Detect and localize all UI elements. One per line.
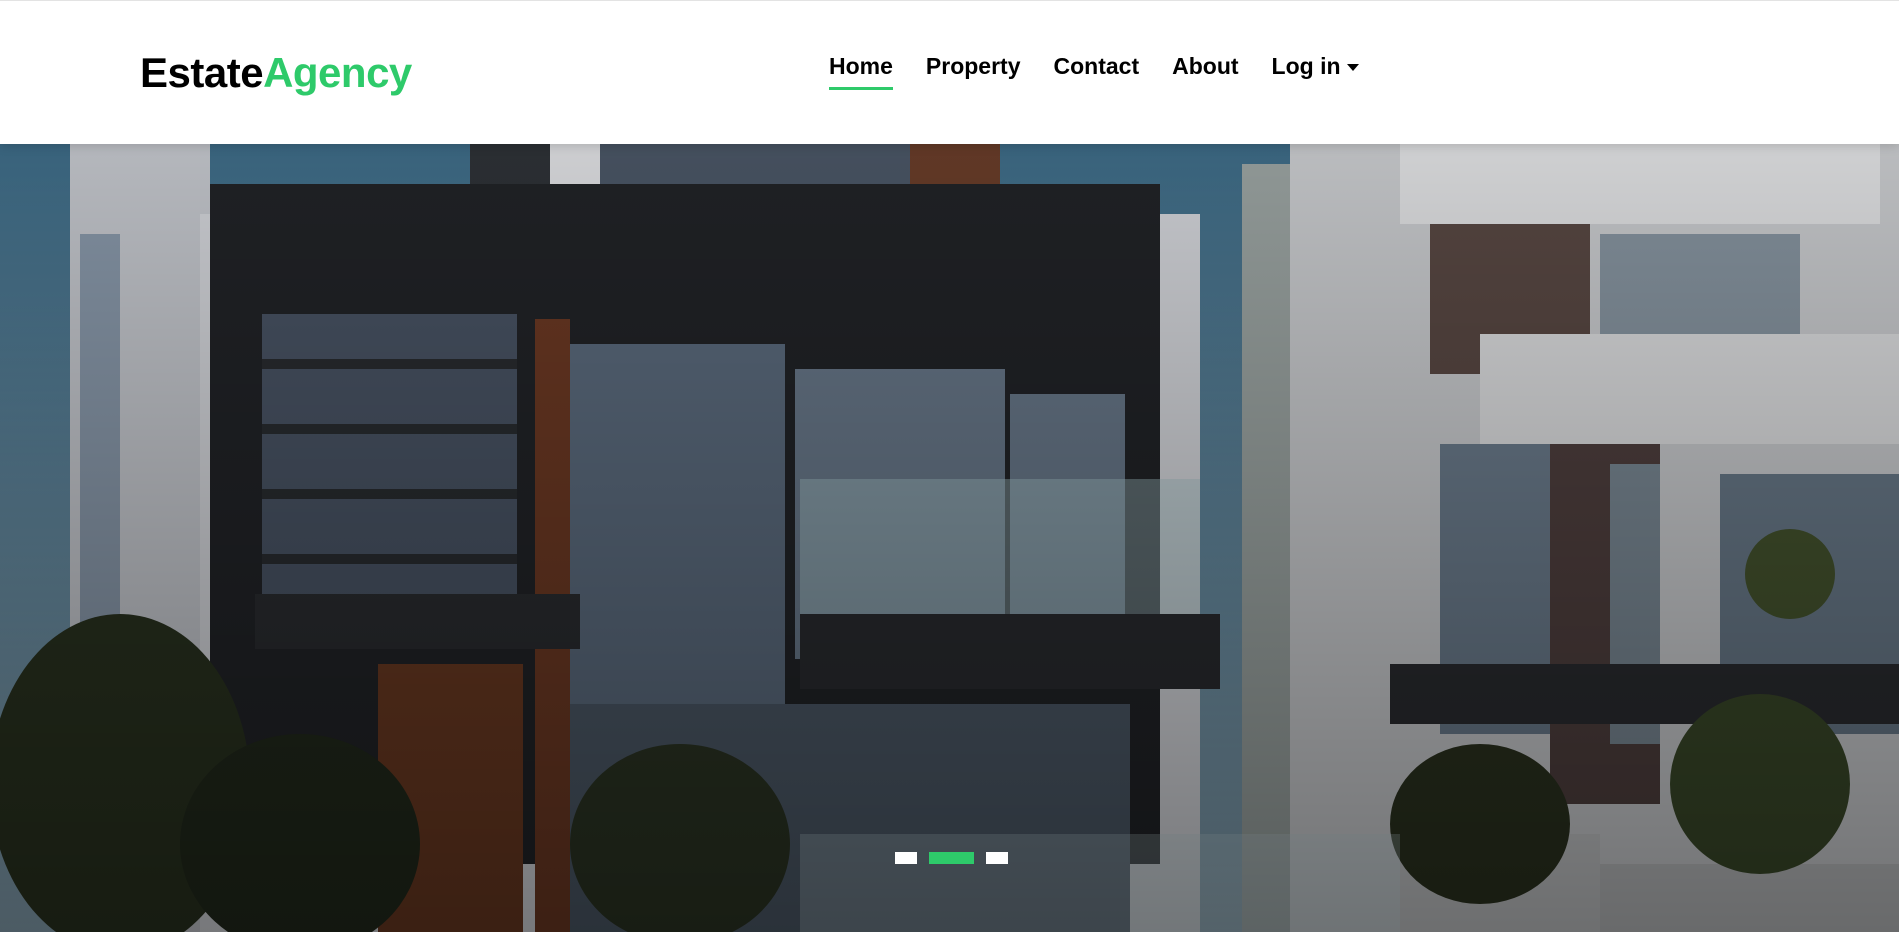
- chevron-down-icon: [1346, 64, 1359, 72]
- brand-name-part1: Estate: [140, 49, 264, 96]
- navbar: EstateAgency Home Property Contact About…: [0, 0, 1899, 144]
- nav-property[interactable]: Property: [926, 53, 1021, 86]
- hero-carousel: [0, 144, 1899, 932]
- nav-home[interactable]: Home: [829, 53, 893, 90]
- carousel-indicators: [895, 852, 1008, 864]
- nav-contact[interactable]: Contact: [1054, 53, 1140, 86]
- hero-image: [0, 144, 1899, 932]
- nav-login-label: Log in: [1271, 53, 1341, 79]
- nav-login-dropdown[interactable]: Log in: [1272, 53, 1359, 86]
- main-nav: Home Property Contact About Log in: [829, 53, 1359, 90]
- carousel-indicator-2[interactable]: [929, 852, 974, 864]
- brand-logo[interactable]: EstateAgency: [140, 49, 412, 97]
- brand-name-part2: Agency: [263, 49, 412, 96]
- nav-about[interactable]: About: [1172, 53, 1238, 86]
- carousel-indicator-3[interactable]: [986, 852, 1008, 864]
- carousel-indicator-1[interactable]: [895, 852, 917, 864]
